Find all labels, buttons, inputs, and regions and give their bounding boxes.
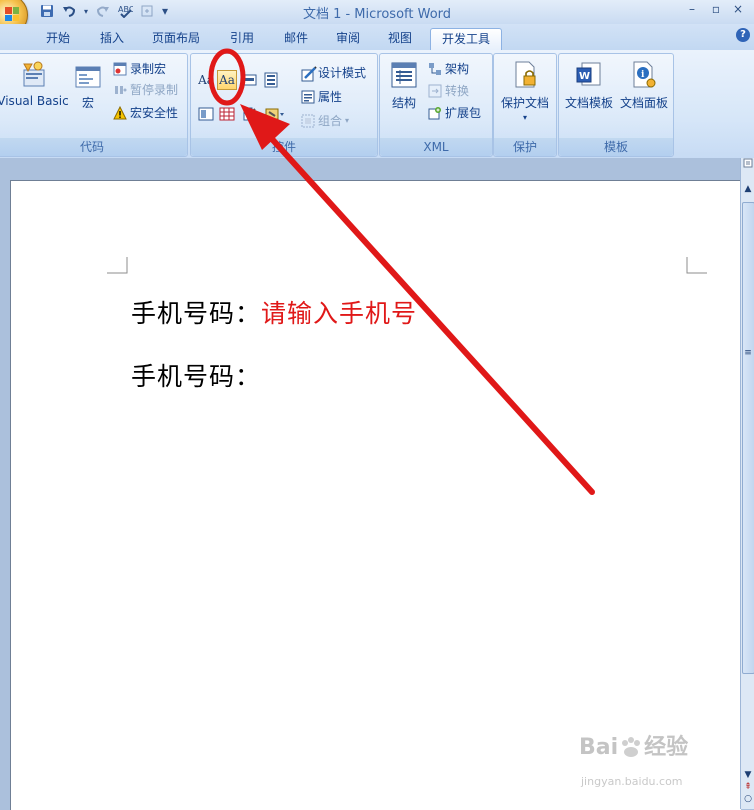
tab-mailings[interactable]: 邮件	[276, 28, 316, 50]
phone-line-1: 手机号码：请输入手机号	[131, 294, 417, 330]
ribbon-tabs: 开始 插入 页面布局 引用 邮件 审阅 视图 开发工具	[0, 24, 754, 50]
close-button[interactable]: ×	[728, 2, 748, 20]
restore-button[interactable]: ▫	[706, 2, 726, 20]
protect-document-button[interactable]: 保护文档 ▾	[496, 60, 554, 122]
margin-corner-top-left	[107, 257, 128, 274]
margin-corner-top-right	[686, 257, 707, 274]
group-button[interactable]: 组合 ▾	[301, 112, 349, 130]
combo-box-control-icon[interactable]	[261, 70, 281, 90]
group-label-code: 代码	[0, 138, 187, 156]
design-mode-icon	[301, 66, 317, 82]
tab-references[interactable]: 引用	[222, 28, 262, 50]
group-icon	[301, 114, 315, 128]
scroll-grip-icon: ≡	[744, 348, 752, 358]
date-picker-control-icon[interactable]	[217, 104, 237, 124]
tab-home[interactable]: 开始	[38, 28, 78, 50]
text-control-icon[interactable]: Aa	[217, 70, 237, 90]
phone-label-1: 手机号码：	[131, 299, 262, 328]
group-xml: 结构 架构 转换 扩展包 XML	[379, 53, 493, 157]
scrollbar-thumb[interactable]	[742, 202, 754, 674]
document-page[interactable]: 手机号码：请输入手机号 手机号码： Bai 经验 jingyan.baidu.c…	[10, 180, 741, 810]
macros-button[interactable]: 宏	[73, 60, 103, 111]
pause-icon	[113, 83, 127, 97]
document-template-icon: W	[574, 60, 604, 90]
document-panel-button[interactable]: i 文档面板	[617, 60, 671, 111]
window-title: 文档 1 - Microsoft Word	[302, 7, 452, 22]
title-bar: ▾ ABC ▾ 文档 1 - Microsoft Word – ▫ ×	[0, 0, 754, 36]
expansion-pack-icon	[428, 106, 442, 120]
phone-label-2: 手机号码：	[131, 362, 262, 391]
macros-icon	[73, 60, 103, 90]
schema-button[interactable]: 架构	[428, 60, 469, 78]
tools-dropdown-icon[interactable]	[263, 104, 287, 124]
tab-developer[interactable]: 开发工具	[430, 28, 502, 50]
tab-insert[interactable]: 插入	[92, 28, 132, 50]
transform-icon	[428, 84, 442, 98]
pause-recording-button[interactable]: 暂停录制	[113, 81, 178, 99]
design-mode-button[interactable]: 设计模式	[301, 64, 366, 82]
visual-basic-button[interactable]: Visual Basic	[0, 60, 69, 108]
legacy-tools-icon[interactable]	[239, 104, 259, 124]
phone-line-2: 手机号码：	[131, 357, 261, 393]
building-block-control-icon[interactable]	[196, 104, 216, 124]
picture-control-icon[interactable]	[239, 70, 259, 90]
macro-security-button[interactable]: 宏安全性	[113, 104, 178, 122]
protect-dropdown-icon: ▾	[522, 113, 527, 122]
scroll-down-icon[interactable]: ▼	[741, 770, 754, 782]
ribbon: Visual Basic 宏 录制宏 暂停录制 宏安全性 代码 Aa Aa 设计…	[0, 50, 754, 159]
browse-object-icon[interactable]: ○	[741, 794, 754, 806]
help-icon[interactable]: ?	[736, 28, 750, 42]
svg-text:i: i	[641, 70, 645, 80]
phone-placeholder-text[interactable]: 请输入手机号	[261, 299, 417, 328]
tab-review[interactable]: 审阅	[328, 28, 368, 50]
group-protect: 保护文档 ▾ 保护	[493, 53, 557, 157]
expansion-pack-button[interactable]: 扩展包	[428, 104, 481, 122]
baidu-watermark-logo: Bai 经验	[579, 735, 689, 760]
group-dropdown-icon: ▾	[345, 116, 350, 125]
minimize-button[interactable]: –	[682, 2, 702, 20]
document-template-button[interactable]: W 文档模板	[561, 60, 617, 111]
group-controls: Aa Aa 设计模式 属性 组合 ▾ 控件	[190, 53, 378, 157]
group-code: Visual Basic 宏 录制宏 暂停录制 宏安全性 代码	[0, 53, 188, 157]
ruler-toggle-icon[interactable]	[741, 158, 754, 168]
transform-button[interactable]: 转换	[428, 82, 469, 100]
vertical-scrollbar[interactable]: ▲ ≡ ▼ ⇞ ○	[740, 158, 754, 809]
group-label-controls: 控件	[191, 138, 377, 156]
svg-text:W: W	[579, 71, 590, 82]
tab-view[interactable]: 视图	[380, 28, 420, 50]
schema-icon	[428, 62, 442, 76]
properties-icon	[301, 90, 315, 104]
group-label-protect: 保护	[494, 138, 556, 156]
record-macro-icon	[113, 62, 127, 76]
structure-icon	[389, 60, 419, 90]
tab-page-layout[interactable]: 页面布局	[146, 28, 206, 50]
baidu-watermark-url: jingyan.baidu.com	[581, 775, 683, 788]
visual-basic-icon	[18, 60, 48, 90]
document-panel-icon: i	[629, 60, 659, 90]
record-macro-button[interactable]: 录制宏	[113, 60, 166, 78]
previous-page-icon[interactable]: ⇞	[741, 782, 754, 794]
rich-text-control-icon[interactable]: Aa	[196, 70, 216, 90]
properties-button[interactable]: 属性	[301, 88, 342, 106]
protect-document-icon	[510, 60, 540, 90]
scroll-up-icon[interactable]: ▲	[741, 184, 754, 196]
group-templates: W 文档模板 i 文档面板 模板	[558, 53, 674, 157]
warning-icon	[113, 105, 127, 120]
structure-button[interactable]: 结构	[386, 60, 422, 111]
group-label-xml: XML	[380, 138, 492, 156]
group-label-templates: 模板	[559, 138, 673, 156]
